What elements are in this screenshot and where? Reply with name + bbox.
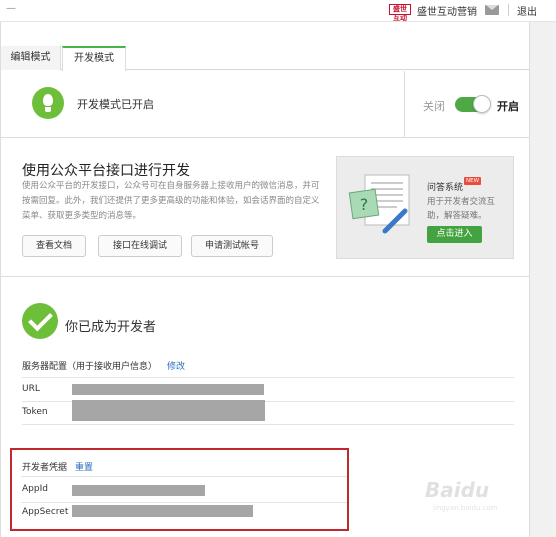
tab-edit-mode[interactable]: 编辑模式 [1,46,61,70]
api-section: 使用公众平台接口进行开发 使用公众平台的开发接口，公众号可在自身服务器上接收用户… [1,139,529,277]
mail-icon[interactable] [485,5,499,15]
server-config-label: 服务器配置（用于接收用户信息） [22,362,158,372]
dev-mode-status: 开发模式已开启 关闭 开启 [1,71,529,138]
url-label: URL [22,384,40,394]
baidu-watermark: Baidu jingyan.baidu.com [425,478,525,518]
qa-card: ? 问答系统 NEW 用于开发者交流互助，解答疑难。 点击进入 [336,156,514,259]
watermark-main: Baidu [425,478,490,502]
developer-title: 你已成为开发者 [65,320,157,335]
appsecret-label: AppSecret [22,507,69,517]
toggle-knob[interactable] [473,95,491,113]
api-debug-button[interactable]: 接口在线调试 [98,235,182,257]
credentials-reset-link[interactable]: 重置 [75,463,93,473]
brand-logo: 盛世互动 [389,4,411,22]
qa-title: 问答系统 [427,183,464,193]
divider [21,502,347,503]
apply-test-account-button[interactable]: 申请测试帐号 [191,235,273,257]
qa-description: 用于开发者交流互助，解答疑难。 [427,197,496,221]
appid-value-masked [72,485,205,496]
server-config-row: 服务器配置（用于接收用户信息） 修改 [22,359,185,372]
toggle-off-label: 关闭 [423,100,445,113]
api-description: 使用公众平台的开发接口，公众号可在自身服务器上接收用户的微信消息，并可按需回复。… [22,181,320,221]
view-docs-button[interactable]: 查看文档 [22,235,86,257]
qa-enter-button[interactable]: 点击进入 [427,226,482,243]
toggle-on-label: 开启 [497,100,519,113]
api-title: 使用公众平台接口进行开发 [22,163,190,179]
status-divider [404,71,405,137]
top-dash: — [6,3,16,14]
watermark-sub: jingyan.baidu.com [433,504,498,512]
token-label: Token [22,407,48,417]
mode-tabs: 编辑模式 开发模式 [1,46,529,71]
qa-illustration-icon: ? [348,174,410,234]
divider [22,424,514,425]
url-value-masked [72,384,264,395]
status-text: 开发模式已开启 [77,98,154,111]
svg-text:?: ? [360,195,369,214]
divider [21,476,347,477]
developer-credentials-box: 开发者凭据 重置 AppId AppSecret [10,448,349,531]
credentials-row: 开发者凭据 重置 [22,460,93,473]
divider [22,377,514,378]
new-badge: NEW [464,177,482,185]
frame-right-gutter [529,22,556,537]
checkmark-icon [22,303,58,339]
topbar-separator [508,4,509,16]
appsecret-value-masked [72,505,253,517]
top-bar: — 盛世互动 盛世互动营销 退出 [0,0,556,22]
token-value-masked [72,400,265,421]
server-edit-link[interactable]: 修改 [167,362,185,372]
account-name[interactable]: 盛世互动营销 [417,3,477,18]
appid-label: AppId [22,484,48,494]
lightbulb-icon [32,87,64,119]
logout-link[interactable]: 退出 [517,3,537,18]
tab-dev-mode[interactable]: 开发模式 [62,46,126,71]
credentials-label: 开发者凭据 [22,463,68,473]
